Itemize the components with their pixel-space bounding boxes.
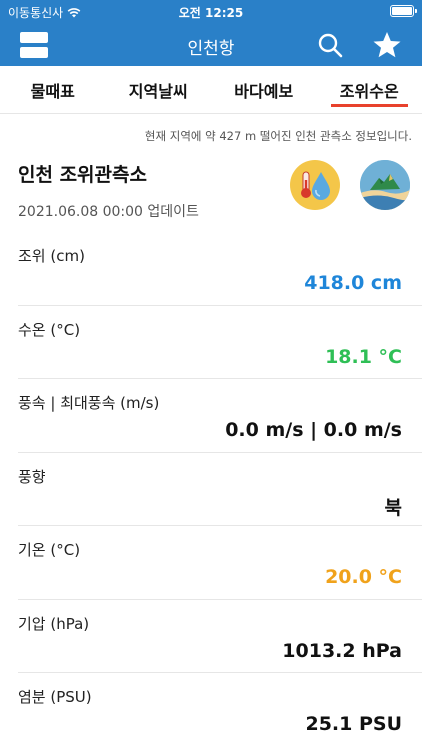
row-water-temp: 수온 (°C) 18.1 °C [18,306,422,379]
observation-list: 조위 (cm) 418.0 cm 수온 (°C) 18.1 °C 풍속 | 최대… [18,232,422,747]
row-label: 수온 (°C) [18,320,81,339]
row-air-temp: 기온 (°C) 20.0 °C [18,526,422,600]
row-wind-speed: 풍속 | 최대풍속 (m/s) 0.0 m/s | 0.0 m/s [18,379,422,453]
row-salinity: 염분 (PSU) 25.1 PSU [18,673,422,747]
row-value: 418.0 cm [304,272,402,294]
station-info: 인천 조위관측소 2021.06.08 00:00 업데이트 [18,160,199,221]
star-icon[interactable] [372,30,402,60]
row-label: 염분 (PSU) [18,688,92,706]
row-label: 풍향 [18,467,46,486]
row-value: 25.1 PSU [305,713,402,735]
nav-bar: 인천항 [0,24,422,66]
row-label: 기압 (hPa) [18,614,90,633]
status-time: 오전 12:25 [178,6,244,20]
page-title: 인천항 [187,39,235,59]
row-label: 풍속 | 최대풍속 (m/s) [18,394,160,412]
thermometer-water-icon[interactable] [290,160,340,210]
distance-notice: 현재 지역에 약 427 m 떨어진 인천 관측소 정보입니다. [144,129,412,143]
row-air-pressure: 기압 (hPa) 1013.2 hPa [18,600,422,673]
row-tide-level: 조위 (cm) 418.0 cm [18,232,422,306]
status-bar: 이동통신사 오전 12:25 [0,0,422,24]
tab-bar: 물때표 지역날씨 바다예보 조위수온 [0,66,422,114]
row-label: 조위 (cm) [18,247,85,265]
tab-tide-water-temp[interactable]: 조위수온 [317,66,422,113]
update-time: 2021.06.08 00:00 업데이트 [18,204,199,220]
island-icon[interactable] [360,160,410,210]
row-wind-direction: 풍향 북 [18,453,422,526]
tab-local-weather[interactable]: 지역날씨 [106,66,212,113]
battery-icon [390,5,417,17]
station-name: 인천 조위관측소 [18,164,147,186]
row-value: 북 [384,496,402,519]
tab-tide-table[interactable]: 물때표 [0,66,106,113]
row-value: 0.0 m/s | 0.0 m/s [225,419,402,441]
row-label: 기온 (°C) [18,541,81,559]
row-value: 18.1 °C [325,345,402,368]
tab-sea-forecast[interactable]: 바다예보 [211,66,317,113]
search-icon[interactable] [316,31,344,59]
row-value: 20.0 °C [325,566,402,588]
row-value: 1013.2 hPa [282,639,402,662]
